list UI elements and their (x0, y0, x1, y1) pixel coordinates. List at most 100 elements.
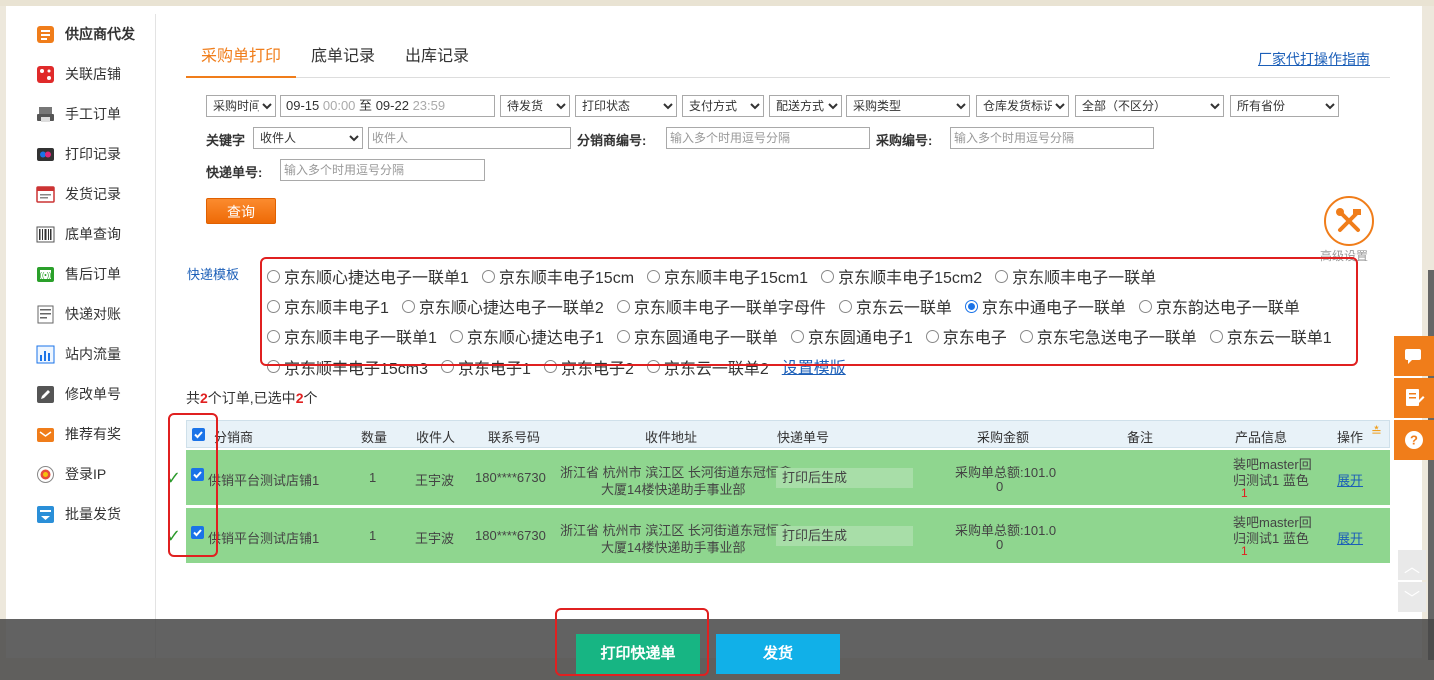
sidebar-item-reconcile[interactable]: 快递对账 (6, 294, 155, 334)
side-scrollbar[interactable] (1428, 270, 1434, 660)
express-no-label: 快递单号: (206, 165, 263, 180)
sidebar: 供应商代发 关联店铺 手工订单 打印记录 发货记录 底单查询 ((•)) 售后订… (6, 14, 156, 658)
sidebar-item-label: 站内流量 (65, 346, 121, 362)
distributor-input[interactable] (666, 127, 870, 149)
sidebar-item-barcode[interactable]: 底单查询 (6, 214, 155, 254)
header-receiver: 收件人 (416, 430, 456, 445)
cell-product-qty: 1 (1241, 486, 1248, 500)
date-range-input[interactable]: 09-15 00:00 至 09-22 23:59 (280, 95, 495, 117)
purchase-no-label: 采购编号: (876, 133, 933, 148)
express-no-input[interactable] (280, 159, 485, 181)
sidebar-item-label: 修改单号 (65, 386, 121, 402)
date-end: 09-22 (375, 98, 409, 113)
sidebar-item-label: 发货记录 (65, 186, 121, 202)
after-sale-icon: ((•)) (36, 265, 55, 284)
payment-select[interactable]: 支付方式 (682, 95, 764, 117)
svg-text:?: ? (1410, 433, 1418, 448)
header-phone: 联系号码 (488, 430, 541, 445)
cell-address-line2: 大厦14楼快递助手事业部 (601, 482, 746, 497)
edit-icon (36, 385, 55, 404)
sidebar-item-after-sale[interactable]: ((•)) 售后订单 (6, 254, 155, 294)
date-separator: 至 (359, 98, 373, 113)
help-icon: ? (1405, 431, 1423, 449)
time-start: 00:00 (322, 98, 356, 113)
sidebar-item-reward[interactable]: 推荐有奖 (6, 414, 155, 454)
customer-service-button[interactable] (1394, 336, 1434, 376)
header-note: 备注 (1127, 430, 1154, 445)
sidebar-item-label: 售后订单 (65, 266, 121, 282)
sidebar-item-label: 快递对账 (65, 306, 121, 322)
cell-amount-line2: 0 (996, 537, 1004, 552)
query-button[interactable]: 查询 (206, 198, 276, 224)
tab-bottom-record[interactable]: 底单记录 (311, 38, 375, 78)
differentiate-select[interactable]: 全部（不区分） (1075, 95, 1224, 117)
advanced-settings-button[interactable] (1324, 196, 1374, 246)
keyword-input[interactable] (368, 127, 571, 149)
expand-link[interactable]: 展开 (1337, 528, 1363, 547)
help-button[interactable]: ? (1394, 420, 1434, 460)
sidebar-item-store[interactable]: 关联店铺 (6, 54, 155, 94)
sidebar-item-edit[interactable]: 修改单号 (6, 374, 155, 414)
table-row[interactable]: 供销平台测试店铺1 1 王宇波 180****6730 浙江省 杭州市 滨江区 … (186, 450, 1390, 506)
order-summary: 共2个订单,已选中2个 (186, 388, 317, 408)
sidebar-item-login-ip[interactable]: 登录IP (6, 454, 155, 494)
header-address: 收件地址 (645, 430, 698, 445)
cell-receiver: 王宇波 (415, 473, 455, 488)
cell-product-qty: 1 (1241, 544, 1248, 558)
print-record-icon (36, 145, 55, 164)
province-select[interactable]: 所有省份 (1230, 95, 1339, 117)
purchase-type-select[interactable]: 采购类型 (846, 95, 970, 117)
scroll-down-icon[interactable]: ﹀ (1398, 582, 1426, 612)
ship-record-icon (36, 185, 55, 204)
svg-text:((•)): ((•)) (40, 272, 52, 279)
express-no-field[interactable]: 打印后生成 (776, 468, 913, 488)
tab-outbound-record[interactable]: 出库记录 (405, 38, 469, 78)
cell-amount-line2: 0 (996, 479, 1004, 494)
collapse-chevron-icon[interactable]: ≛ (1371, 424, 1382, 440)
expand-link[interactable]: 展开 (1337, 470, 1363, 489)
manual-order-icon (36, 105, 55, 124)
header-product: 产品信息 (1235, 430, 1288, 445)
sidebar-item-ship-record[interactable]: 发货记录 (6, 174, 155, 214)
print-button-highlight-box (555, 608, 709, 676)
keyword-type-select[interactable]: 收件人 (253, 127, 363, 149)
sidebar-item-label: 推荐有奖 (65, 426, 121, 442)
sidebar-item-batch-ship[interactable]: 批量发货 (6, 494, 155, 534)
cell-distributor: 供销平台测试店铺1 (208, 473, 320, 488)
sidebar-item-manual-order[interactable]: 手工订单 (6, 94, 155, 134)
time-type-select[interactable]: 采购时间 (206, 95, 276, 117)
summary-prefix: 共 (186, 390, 200, 406)
batch-ship-icon (36, 505, 55, 524)
express-no-field[interactable]: 打印后生成 (776, 526, 913, 546)
sidebar-item-traffic[interactable]: 站内流量 (6, 334, 155, 374)
reconcile-icon (36, 305, 55, 324)
cell-phone: 180****6730 (475, 470, 546, 485)
sidebar-item-label: 登录IP (65, 466, 107, 482)
purchase-no-input[interactable] (950, 127, 1154, 149)
checkbox-highlight-box (168, 413, 218, 557)
barcode-icon (36, 225, 55, 244)
table-header: 分销商 数量 收件人 联系号码 收件地址 快递单号 采购金额 备注 产品信息 操… (186, 420, 1390, 448)
date-start: 09-15 (286, 98, 320, 113)
sidebar-item-supplier[interactable]: 供应商代发 (6, 14, 155, 54)
scroll-up-icon[interactable]: ︿ (1398, 550, 1426, 580)
tab-purchase-print[interactable]: 采购单打印 (186, 38, 296, 78)
store-icon (36, 65, 55, 84)
status-select[interactable]: 待发货 (500, 95, 570, 117)
warehouse-select[interactable]: 仓库发货标识 (976, 95, 1069, 117)
summary-suffix: 个 (303, 390, 318, 406)
summary-middle: 个订单,已选中 (207, 390, 296, 406)
feedback-button[interactable] (1394, 378, 1434, 418)
print-status-select[interactable]: 打印状态 (575, 95, 677, 117)
cell-phone: 180****6730 (475, 528, 546, 543)
header-action: 操作 (1337, 430, 1364, 445)
sidebar-item-label: 批量发货 (65, 506, 121, 522)
delivery-select[interactable]: 配送方式 (769, 95, 842, 117)
header-distributor: 分销商 (214, 430, 254, 445)
traffic-icon (36, 345, 55, 364)
ship-button[interactable]: 发货 (716, 634, 840, 674)
table-row[interactable]: 供销平台测试店铺1 1 王宇波 180****6730 浙江省 杭州市 滨江区 … (186, 508, 1390, 564)
sidebar-item-print-record[interactable]: 打印记录 (6, 134, 155, 174)
summary-total: 2 (200, 390, 208, 406)
guide-link[interactable]: 厂家代打操作指南 (1258, 49, 1370, 69)
